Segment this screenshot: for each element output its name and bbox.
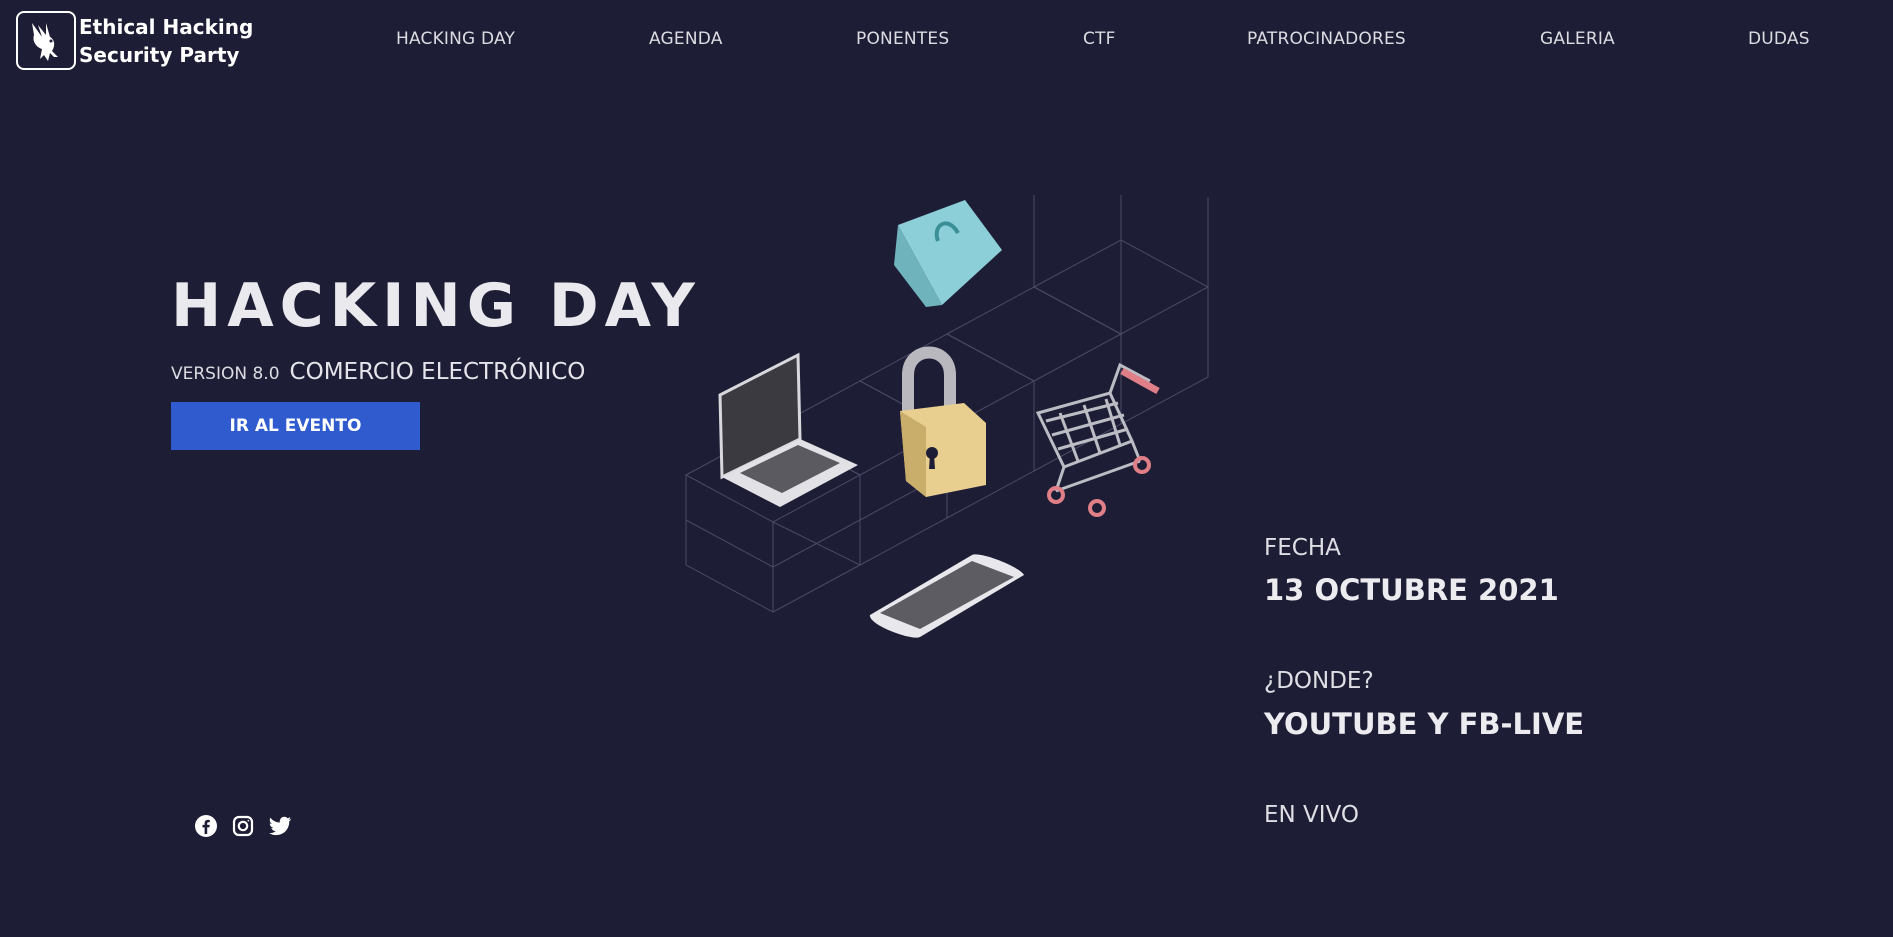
facebook-icon[interactable] [194,814,218,838]
date-value: 13 OCTUBRE 2021 [1264,573,1559,607]
instagram-icon[interactable] [231,814,255,838]
nav-item-galeria[interactable]: GALERIA [1540,29,1615,49]
nav-item-ponentes[interactable]: PONENTES [856,29,949,49]
twitter-icon[interactable] [268,814,292,838]
nav-item-dudas[interactable]: DUDAS [1748,29,1810,49]
shopping-cart-icon [1035,362,1160,517]
live-label: EN VIVO [1264,802,1359,828]
date-label: FECHA [1264,535,1341,561]
page: Ethical Hacking Security Party HACKING D… [0,0,1893,937]
laptop-icon [718,352,858,507]
where-label: ¿DONDE? [1264,668,1374,694]
hero-subtitle: VERSION 8.0 COMERCIO ELECTRÓNICO [171,359,585,385]
version-label: VERSION 8.0 [171,364,280,384]
nav-item-hacking-day[interactable]: HACKING DAY [396,29,515,49]
lock-icon [900,346,986,497]
go-to-event-button[interactable]: IR AL EVENTO [171,402,420,450]
topic-label: COMERCIO ELECTRÓNICO [289,359,586,385]
social-links [194,814,292,838]
smartphone-icon [869,554,1024,638]
where-value: YOUTUBE Y FB-LIVE [1264,707,1585,741]
hero-title: HACKING DAY [171,271,701,341]
nav-item-ctf[interactable]: CTF [1083,29,1116,49]
main-nav: HACKING DAY AGENDA PONENTES CTF PATROCIN… [0,29,1893,53]
shopping-bag-icon [894,200,1002,307]
ecommerce-illustration [680,155,1220,655]
nav-item-agenda[interactable]: AGENDA [649,29,723,49]
nav-item-patrocinadores[interactable]: PATROCINADORES [1247,29,1406,49]
